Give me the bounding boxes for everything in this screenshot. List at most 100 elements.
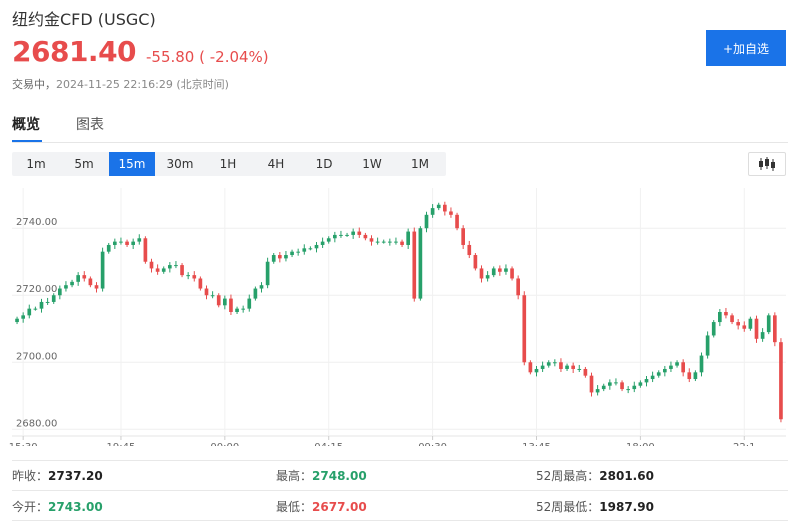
candle bbox=[45, 297, 50, 305]
candle-body bbox=[681, 362, 685, 373]
candle-body bbox=[553, 362, 557, 364]
candle-body bbox=[308, 248, 313, 250]
candle bbox=[730, 313, 734, 325]
candle bbox=[192, 271, 197, 282]
candle-body bbox=[711, 322, 716, 336]
candle-body bbox=[644, 379, 649, 383]
candle-body bbox=[455, 214, 459, 229]
candle bbox=[180, 263, 184, 278]
candle-body bbox=[58, 288, 62, 296]
candle bbox=[125, 239, 129, 247]
interval-1d[interactable]: 1D bbox=[301, 152, 347, 176]
candle bbox=[64, 281, 68, 292]
candle bbox=[15, 316, 19, 325]
candle bbox=[137, 234, 142, 245]
candle bbox=[620, 380, 624, 392]
interval-4h[interactable]: 4H bbox=[253, 152, 299, 176]
candle-body bbox=[491, 268, 496, 276]
interval-1mo[interactable]: 1M bbox=[397, 152, 443, 176]
candle bbox=[106, 242, 111, 254]
candle bbox=[58, 285, 62, 300]
interval-5m[interactable]: 5m bbox=[61, 152, 107, 176]
candle-body bbox=[638, 382, 643, 386]
candle bbox=[186, 272, 190, 280]
candle-body bbox=[198, 278, 203, 289]
candle-body bbox=[424, 214, 429, 229]
candle bbox=[522, 291, 527, 366]
candle bbox=[216, 293, 221, 308]
chart-type-button[interactable] bbox=[748, 152, 786, 176]
stat-open: 今开：2743.00 bbox=[12, 500, 103, 514]
candle bbox=[113, 238, 117, 249]
candle-body bbox=[333, 234, 337, 239]
candle-body bbox=[522, 295, 527, 363]
candle bbox=[388, 238, 392, 246]
candle-body bbox=[693, 372, 698, 380]
candle-body bbox=[467, 244, 472, 256]
price-change: -55.80 ( -2.04%) bbox=[146, 48, 269, 66]
candle-body bbox=[461, 228, 465, 245]
interval-1w[interactable]: 1W bbox=[349, 152, 395, 176]
candle-body bbox=[724, 312, 728, 316]
add-to-watchlist-button[interactable]: +加自选 bbox=[706, 30, 786, 66]
candle bbox=[149, 258, 154, 273]
candle-body bbox=[394, 241, 398, 243]
candle-body bbox=[235, 308, 239, 312]
candle bbox=[504, 264, 508, 275]
candle-body bbox=[241, 308, 245, 310]
candle bbox=[357, 227, 362, 238]
candle bbox=[400, 239, 404, 247]
candle bbox=[94, 282, 99, 293]
candle bbox=[229, 294, 233, 316]
candle-body bbox=[113, 241, 117, 245]
candle bbox=[595, 385, 600, 396]
candle bbox=[449, 207, 453, 218]
candle-body bbox=[27, 308, 32, 316]
candle bbox=[320, 237, 325, 248]
candle-body bbox=[583, 368, 588, 376]
interval-15m[interactable]: 15m bbox=[109, 152, 155, 176]
stats-divider-mid bbox=[12, 490, 788, 491]
interval-1h[interactable]: 1H bbox=[205, 152, 251, 176]
candle-body bbox=[284, 255, 288, 259]
candle-body bbox=[21, 315, 25, 319]
candle-body bbox=[718, 312, 722, 323]
candle bbox=[461, 225, 465, 249]
candle bbox=[510, 266, 514, 281]
candle-body bbox=[479, 268, 484, 279]
y-tick-label: 2720.00 bbox=[16, 284, 57, 295]
candle-body bbox=[326, 238, 331, 242]
candle bbox=[174, 261, 178, 269]
stat-low: 最低：2677.00 bbox=[276, 500, 367, 514]
tab-overview[interactable]: 概览 bbox=[12, 114, 40, 134]
interval-30m[interactable]: 30m bbox=[157, 152, 203, 176]
tab-chart[interactable]: 图表 bbox=[76, 114, 104, 134]
candle bbox=[577, 364, 582, 372]
candle bbox=[168, 262, 172, 273]
candle bbox=[394, 237, 398, 245]
candle bbox=[204, 285, 209, 300]
price-chart[interactable]: 2740.00 2720.00 2700.00 2680.00 15:30 19:45 0… bbox=[0, 184, 800, 446]
candle bbox=[235, 306, 239, 315]
candle-body bbox=[406, 231, 410, 245]
candle-body bbox=[601, 385, 606, 390]
candle bbox=[766, 313, 771, 335]
x-tick-label: 15:30 bbox=[9, 442, 38, 446]
candle-body bbox=[534, 368, 539, 373]
candle-body bbox=[296, 251, 300, 253]
candle-body bbox=[400, 241, 404, 245]
candle-body bbox=[357, 231, 362, 235]
x-tick-label: 09:30 bbox=[418, 442, 447, 446]
candle bbox=[779, 338, 783, 423]
candle-body bbox=[473, 255, 478, 269]
candle bbox=[565, 363, 569, 371]
candle-body bbox=[204, 288, 209, 296]
candle bbox=[736, 319, 740, 330]
candle bbox=[406, 228, 410, 249]
candle-body bbox=[39, 301, 44, 309]
interval-1m[interactable]: 1m bbox=[13, 152, 59, 176]
candle-body bbox=[766, 315, 771, 333]
x-tick-label: 22:1 bbox=[733, 442, 755, 446]
candle bbox=[614, 378, 618, 386]
candle-body bbox=[595, 389, 600, 393]
